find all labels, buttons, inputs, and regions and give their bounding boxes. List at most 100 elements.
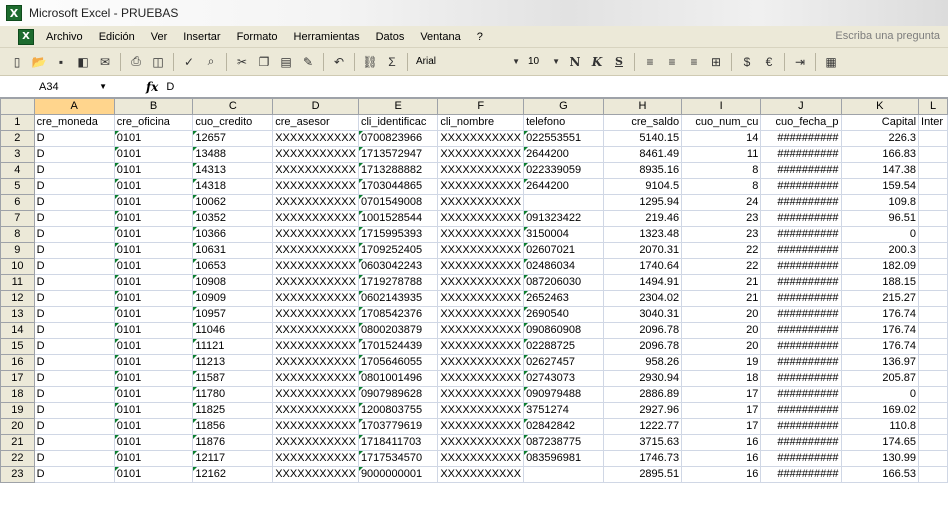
row-header[interactable]: 6 (0, 194, 35, 211)
cell[interactable]: 96.51 (840, 210, 920, 227)
cell[interactable]: 2886.89 (602, 386, 683, 403)
cell[interactable] (918, 322, 948, 339)
cell[interactable]: 0101 (113, 194, 194, 211)
cell[interactable] (523, 466, 604, 483)
cell[interactable]: 0801001496 (357, 370, 439, 387)
column-header-f[interactable]: F (437, 98, 525, 115)
column-header-k[interactable]: K (840, 98, 920, 115)
menu-insertar[interactable]: Insertar (183, 31, 220, 43)
cell[interactable]: 130.99 (840, 450, 920, 467)
row-header[interactable]: 17 (0, 370, 35, 387)
cell[interactable]: 11876 (192, 434, 274, 451)
cell[interactable]: 20 (681, 338, 762, 355)
cell[interactable]: 205.87 (840, 370, 920, 387)
ask-question-input[interactable]: Escriba una pregunta (835, 30, 940, 42)
cell[interactable] (918, 370, 948, 387)
cell[interactable]: 02842842 (523, 418, 604, 435)
cell[interactable]: 2096.78 (602, 322, 683, 339)
cell[interactable]: D (33, 274, 115, 291)
cell[interactable]: cli_nombre (437, 114, 525, 131)
save-icon[interactable]: ▪ (50, 51, 72, 73)
cell[interactable]: 0101 (113, 178, 194, 195)
cell[interactable]: D (33, 146, 115, 163)
cell[interactable]: 169.02 (840, 402, 920, 419)
cell[interactable]: 0101 (113, 418, 194, 435)
cell[interactable]: XXXXXXXXXXX (272, 354, 359, 371)
cell[interactable]: D (33, 130, 115, 147)
cell[interactable]: cre_saldo (602, 114, 683, 131)
cell[interactable]: 11587 (192, 370, 274, 387)
cell[interactable]: ########## (760, 434, 842, 451)
cell[interactable]: 0603042243 (357, 258, 439, 275)
cell[interactable] (918, 242, 948, 259)
cell[interactable]: 3150004 (523, 226, 604, 243)
cell[interactable]: ########## (760, 306, 842, 323)
cell[interactable]: XXXXXXXXXXX (437, 258, 525, 275)
print-preview-icon[interactable]: ◫ (147, 51, 169, 73)
cell[interactable]: ########## (760, 162, 842, 179)
cell[interactable]: 10653 (192, 258, 274, 275)
cell[interactable]: XXXXXXXXXXX (437, 178, 525, 195)
cell[interactable]: 0101 (113, 466, 194, 483)
underline-button[interactable]: S (608, 51, 630, 73)
cell[interactable]: 0101 (113, 322, 194, 339)
increase-indent-icon[interactable]: ⇥ (789, 51, 811, 73)
cell[interactable]: 1200803755 (357, 402, 439, 419)
cell[interactable]: 24 (681, 194, 762, 211)
cell[interactable] (918, 402, 948, 419)
column-header-b[interactable]: B (113, 98, 194, 115)
cell[interactable]: XXXXXXXXXXX (437, 194, 525, 211)
row-header[interactable]: 14 (0, 322, 35, 339)
cell[interactable]: ########## (760, 242, 842, 259)
cell[interactable]: XXXXXXXXXXX (437, 306, 525, 323)
cell[interactable]: 12657 (192, 130, 274, 147)
cell[interactable]: 2690540 (523, 306, 604, 323)
cell[interactable]: 8935.16 (602, 162, 683, 179)
cell[interactable]: XXXXXXXXXXX (437, 162, 525, 179)
cell[interactable]: 22 (681, 242, 762, 259)
cell[interactable]: D (33, 178, 115, 195)
cell[interactable]: 23 (681, 210, 762, 227)
cell[interactable] (918, 274, 948, 291)
row-header[interactable]: 2 (0, 130, 35, 147)
cell[interactable]: D (33, 434, 115, 451)
cell[interactable]: 215.27 (840, 290, 920, 307)
cell[interactable]: 2070.31 (602, 242, 683, 259)
cell[interactable]: 11046 (192, 322, 274, 339)
cell[interactable]: 22 (681, 258, 762, 275)
cell[interactable]: XXXXXXXXXXX (437, 466, 525, 483)
cell[interactable]: 2644200 (523, 178, 604, 195)
menu-herramientas[interactable]: Herramientas (294, 31, 360, 43)
row-header[interactable]: 23 (0, 466, 35, 483)
cell[interactable]: ########## (760, 146, 842, 163)
cell[interactable] (918, 354, 948, 371)
cell[interactable]: 0701549008 (357, 194, 439, 211)
cell[interactable]: cuo_num_cu (681, 114, 762, 131)
formula-input[interactable]: D (166, 81, 174, 93)
cell[interactable]: XXXXXXXXXXX (437, 354, 525, 371)
cell[interactable]: XXXXXXXXXXX (437, 370, 525, 387)
cell[interactable]: 091323422 (523, 210, 604, 227)
cell[interactable]: 10957 (192, 306, 274, 323)
menu-datos[interactable]: Datos (376, 31, 405, 43)
worksheet-grid[interactable]: ABCDEFGHIJKL 1 cre_moneda cre_oficina cuo_c… (0, 98, 948, 526)
cell[interactable]: D (33, 194, 115, 211)
cell[interactable]: XXXXXXXXXXX (437, 242, 525, 259)
cell[interactable]: XXXXXXXXXXX (437, 450, 525, 467)
autosum-icon[interactable]: Σ (381, 51, 403, 73)
cell[interactable]: telefono (523, 114, 604, 131)
column-header-c[interactable]: C (192, 98, 274, 115)
cell[interactable]: D (33, 210, 115, 227)
row-header[interactable]: 5 (0, 178, 35, 195)
cell[interactable]: XXXXXXXXXXX (437, 130, 525, 147)
cell[interactable]: 159.54 (840, 178, 920, 195)
euro-button[interactable]: € (758, 51, 780, 73)
fx-icon[interactable]: fx (146, 80, 158, 94)
cell[interactable]: XXXXXXXXXXX (272, 194, 359, 211)
cell[interactable]: XXXXXXXXXXX (272, 274, 359, 291)
cut-icon[interactable]: ✂ (231, 51, 253, 73)
bold-button[interactable]: N (564, 51, 586, 73)
cell[interactable] (918, 418, 948, 435)
cell[interactable]: D (33, 370, 115, 387)
font-name-select[interactable]: Arial ▼ (412, 52, 524, 71)
